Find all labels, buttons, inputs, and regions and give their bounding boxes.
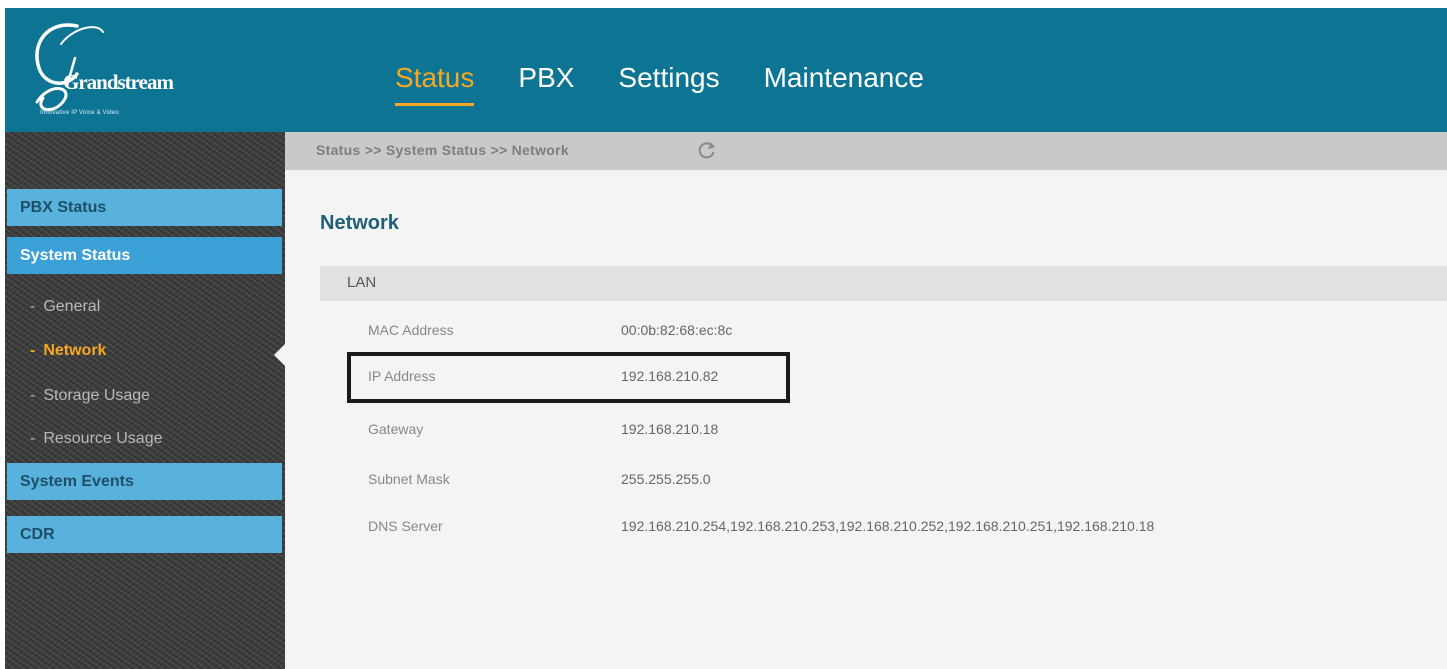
breadcrumb: Status >> System Status >> Network (316, 142, 569, 158)
row-value: 255.255.255.0 (621, 471, 711, 487)
section-label: LAN (347, 274, 377, 291)
sub-bullet-icon: - (30, 342, 36, 359)
row-label: DNS Server (368, 518, 443, 534)
main-content: Status >> System Status >> Network Netwo… (285, 132, 1447, 669)
sub-bullet-icon: - (30, 430, 36, 447)
logo-tagline: Innovative IP Voice & Video (40, 110, 119, 116)
sidebar-item-pbx-status[interactable]: PBX Status (7, 189, 282, 226)
main-nav: Status PBX Settings Maintenance (395, 62, 968, 106)
logo-wordmark: Grandstream (63, 70, 174, 94)
sidebar-subitem-network[interactable]: - Network (30, 342, 106, 360)
app-window: Grandstream Innovative IP Voice & Video … (5, 8, 1447, 669)
lan-section-header: LAN (320, 266, 1447, 301)
sidebar-subitem-general[interactable]: - General (30, 298, 100, 316)
sidebar: PBX Status System Status - General - Netwo… (5, 132, 286, 669)
row-value: 00:0b:82:68:ec:8c (621, 322, 733, 338)
sub-bullet-icon: - (30, 387, 36, 404)
grandstream-logo[interactable]: Grandstream Innovative IP Voice & Video (17, 14, 217, 126)
nav-status[interactable]: Status (395, 62, 475, 106)
row-value: 192.168.210.254,192.168.210.253,192.168.… (621, 518, 1155, 534)
sidebar-subitem-label: Network (43, 342, 107, 359)
page-title: Network (320, 212, 399, 234)
ip-address-highlight-box (347, 352, 790, 403)
sub-bullet-icon: - (30, 298, 36, 315)
sidebar-item-system-status[interactable]: System Status (7, 237, 282, 274)
row-label: Gateway (368, 421, 424, 437)
nav-pbx[interactable]: PBX (518, 62, 574, 94)
info-row-dns-server: DNS Server 192.168.210.254,192.168.210.2… (285, 513, 1447, 543)
sidebar-subitem-label: General (43, 298, 101, 315)
top-header: Grandstream Innovative IP Voice & Video … (5, 8, 1447, 132)
sidebar-item-system-events[interactable]: System Events (7, 463, 282, 500)
sidebar-subitem-label: Resource Usage (43, 430, 163, 447)
sidebar-item-cdr[interactable]: CDR (7, 516, 282, 553)
sidebar-subitem-label: Storage Usage (43, 387, 151, 404)
info-row-gateway: Gateway 192.168.210.18 (285, 416, 1447, 446)
row-label: MAC Address (368, 322, 454, 338)
nav-settings[interactable]: Settings (618, 62, 719, 94)
info-row-mac-address: MAC Address 00:0b:82:68:ec:8c (285, 317, 1447, 347)
info-row-subnet-mask: Subnet Mask 255.255.255.0 (285, 466, 1447, 496)
nav-maintenance[interactable]: Maintenance (764, 62, 924, 94)
row-label: Subnet Mask (368, 471, 450, 487)
sidebar-subitem-storage-usage[interactable]: - Storage Usage (30, 387, 150, 405)
breadcrumb-bar: Status >> System Status >> Network (285, 132, 1447, 170)
refresh-icon[interactable] (697, 140, 717, 160)
sidebar-subitem-resource-usage[interactable]: - Resource Usage (30, 430, 163, 448)
row-value: 192.168.210.18 (621, 421, 719, 437)
